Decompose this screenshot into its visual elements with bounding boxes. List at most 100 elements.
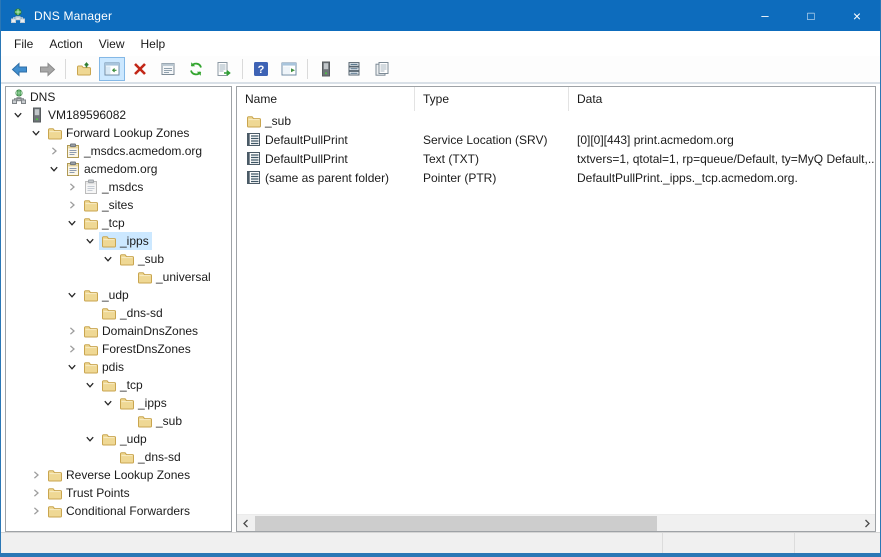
tree-item[interactable]: _dns-sd <box>6 448 231 466</box>
tree-item-content[interactable]: _universal <box>135 268 214 286</box>
scroll-left-arrow-icon[interactable] <box>237 515 254 532</box>
tree-item-content[interactable]: _sub <box>117 250 167 268</box>
tree-item-content[interactable]: _tcp <box>99 376 146 394</box>
tree-item-content[interactable]: _sub <box>135 412 185 430</box>
records-list-pane[interactable]: Name Type Data _subDefaultPullPrintServi… <box>236 86 876 532</box>
list-row[interactable]: DefaultPullPrintText (TXT)txtvers=1, qto… <box>237 149 875 168</box>
horizontal-scrollbar[interactable] <box>237 514 875 531</box>
tree-item-content[interactable]: acmedom.org <box>63 160 160 178</box>
help-button[interactable]: ? <box>248 57 274 81</box>
chevron-expanded-icon[interactable] <box>63 358 81 376</box>
tree-item[interactable]: ForestDnsZones <box>6 340 231 358</box>
tree-item-content[interactable]: DNS <box>9 88 58 106</box>
chevron-expanded-icon[interactable] <box>27 124 45 142</box>
tree-item[interactable]: _msdcs.acmedom.org <box>6 142 231 160</box>
tree-item-content[interactable]: _sites <box>81 196 136 214</box>
chevron-expanded-icon[interactable] <box>81 232 99 250</box>
chevron-collapsed-icon[interactable] <box>63 178 81 196</box>
menu-help[interactable]: Help <box>133 34 174 54</box>
chevron-collapsed-icon[interactable] <box>63 340 81 358</box>
titlebar[interactable]: DNS Manager – □ × <box>1 0 880 31</box>
back-button[interactable] <box>6 57 32 81</box>
chevron-expanded-icon[interactable] <box>45 160 63 178</box>
tree-item[interactable]: _sites <box>6 196 231 214</box>
properties-button[interactable] <box>155 57 181 81</box>
tree-item-content[interactable]: _dns-sd <box>117 448 184 466</box>
tree-item[interactable]: _msdcs <box>6 178 231 196</box>
tree-item-content[interactable]: Forward Lookup Zones <box>45 124 192 142</box>
tree-item[interactable]: _ipps <box>6 394 231 412</box>
tree-item[interactable]: _universal <box>6 268 231 286</box>
tree-item[interactable]: Reverse Lookup Zones <box>6 466 231 484</box>
tree-item[interactable]: acmedom.org <box>6 160 231 178</box>
dns-clipboard-button[interactable] <box>369 57 395 81</box>
tree-item[interactable]: Trust Points <box>6 484 231 502</box>
tree-item[interactable]: DNS <box>6 88 231 106</box>
tree-item[interactable]: _udp <box>6 286 231 304</box>
maximize-button[interactable]: □ <box>788 0 834 31</box>
column-header-name[interactable]: Name <box>237 87 415 111</box>
tree-item-content[interactable]: _dns-sd <box>99 304 166 322</box>
column-header-data[interactable]: Data <box>569 87 875 111</box>
chevron-expanded-icon[interactable] <box>99 394 117 412</box>
menu-action[interactable]: Action <box>41 34 90 54</box>
tree-item-content[interactable]: _udp <box>81 286 132 304</box>
tree-item-content[interactable]: _msdcs <box>81 178 146 196</box>
tree-item-content[interactable]: ForestDnsZones <box>81 340 194 358</box>
show-hide-console-tree-button[interactable] <box>99 57 125 81</box>
tree-item-content[interactable]: _tcp <box>81 214 128 232</box>
tree-item[interactable]: _sub <box>6 412 231 430</box>
tree-item[interactable]: _udp <box>6 430 231 448</box>
chevron-expanded-icon[interactable] <box>63 214 81 232</box>
chevron-collapsed-icon[interactable] <box>27 484 45 502</box>
tree-item[interactable]: DomainDnsZones <box>6 322 231 340</box>
chevron-collapsed-icon[interactable] <box>63 322 81 340</box>
dns-server-button[interactable] <box>313 57 339 81</box>
chevron-expanded-icon[interactable] <box>9 106 27 124</box>
menu-file[interactable]: File <box>6 34 41 54</box>
menu-view[interactable]: View <box>91 34 133 54</box>
chevron-expanded-icon[interactable] <box>81 430 99 448</box>
tree-item[interactable]: VM189596082 <box>6 106 231 124</box>
chevron-expanded-icon[interactable] <box>63 286 81 304</box>
scrollbar-thumb[interactable] <box>255 516 657 531</box>
forward-button[interactable] <box>34 57 60 81</box>
tree-item-content[interactable]: pdis <box>81 358 127 376</box>
chevron-collapsed-icon[interactable] <box>27 466 45 484</box>
column-header-type[interactable]: Type <box>415 87 569 111</box>
chevron-expanded-icon[interactable] <box>99 250 117 268</box>
tree-item-content[interactable]: Reverse Lookup Zones <box>45 466 193 484</box>
export-list-button[interactable] <box>211 57 237 81</box>
chevron-expanded-icon[interactable] <box>81 376 99 394</box>
delete-button[interactable] <box>127 57 153 81</box>
up-one-level-button[interactable] <box>71 57 97 81</box>
tree-item[interactable]: pdis <box>6 358 231 376</box>
list-row[interactable]: _sub <box>237 111 875 130</box>
minimize-button[interactable]: – <box>742 0 788 31</box>
tree-item[interactable]: _sub <box>6 250 231 268</box>
list-row[interactable]: (same as parent folder)Pointer (PTR)Defa… <box>237 168 875 187</box>
tree-item[interactable]: Forward Lookup Zones <box>6 124 231 142</box>
close-button[interactable]: × <box>834 0 880 31</box>
scroll-right-arrow-icon[interactable] <box>858 515 875 532</box>
tree-item-content[interactable]: DomainDnsZones <box>81 322 201 340</box>
chevron-collapsed-icon[interactable] <box>27 502 45 520</box>
console-tree-pane[interactable]: DNSVM189596082Forward Lookup Zones_msdcs… <box>5 86 232 532</box>
refresh-button[interactable] <box>183 57 209 81</box>
tree-item-content[interactable]: _udp <box>99 430 150 448</box>
list-row[interactable]: DefaultPullPrintService Location (SRV)[0… <box>237 130 875 149</box>
tree-item[interactable]: Conditional Forwarders <box>6 502 231 520</box>
tree-item-content[interactable]: Conditional Forwarders <box>45 502 193 520</box>
tree-item[interactable]: _dns-sd <box>6 304 231 322</box>
chevron-collapsed-icon[interactable] <box>45 142 63 160</box>
tree-item[interactable]: _tcp <box>6 214 231 232</box>
tree-item-content[interactable]: VM189596082 <box>27 106 129 124</box>
dns-records-button[interactable] <box>341 57 367 81</box>
show-action-pane-button[interactable] <box>276 57 302 81</box>
chevron-collapsed-icon[interactable] <box>63 196 81 214</box>
tree-item-content[interactable]: _msdcs.acmedom.org <box>63 142 205 160</box>
tree-item[interactable]: _ipps <box>6 232 231 250</box>
tree-item-content[interactable]: _ipps <box>117 394 170 412</box>
tree-item-content[interactable]: Trust Points <box>45 484 133 502</box>
tree-item-content[interactable]: _ipps <box>99 232 152 250</box>
